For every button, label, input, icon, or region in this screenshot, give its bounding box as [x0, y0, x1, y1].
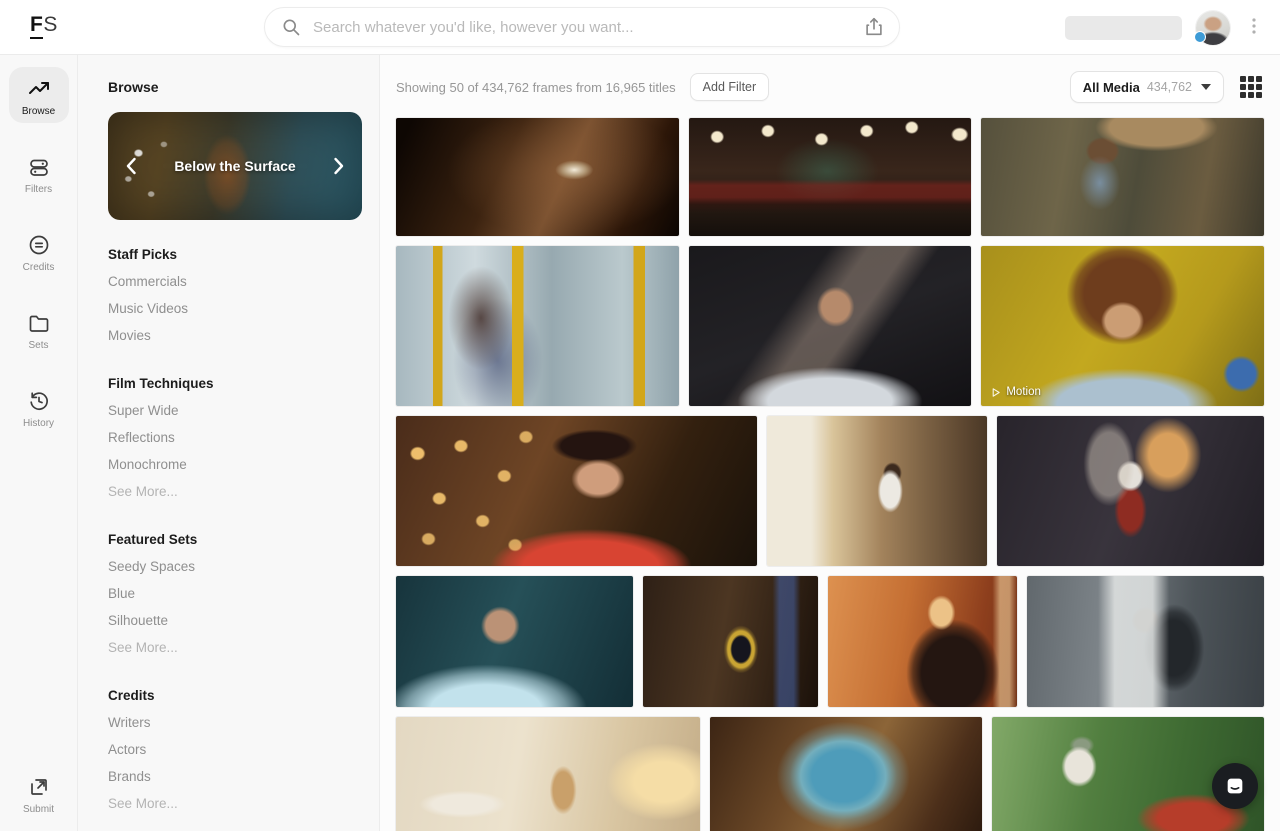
chat-bubble-icon [1224, 775, 1246, 797]
grid-view-icon[interactable] [1238, 74, 1264, 100]
rail-item-label: History [9, 418, 69, 429]
avatar-status-badge [1194, 31, 1206, 43]
rail-item-label: Submit [9, 804, 69, 815]
rail-item-browse[interactable]: Browse [9, 67, 69, 123]
featured-carousel-card[interactable]: Below the Surface [108, 112, 362, 220]
sidebar-item-reflections[interactable]: Reflections [108, 424, 361, 451]
submit-external-icon [27, 775, 51, 799]
section-heading: Featured Sets [108, 532, 361, 547]
results-header: Showing 50 of 434,762 frames from 16,965… [396, 72, 1264, 102]
sidebar-item-music-videos[interactable]: Music Videos [108, 295, 361, 322]
section-heading: Film Techniques [108, 376, 361, 391]
motion-badge-label: Motion [1006, 386, 1041, 398]
frame-thumbnail[interactable] [643, 576, 818, 707]
rail-item-sets[interactable]: Sets [9, 301, 69, 357]
rail-item-credits[interactable]: Credits [9, 223, 69, 279]
sidebar-item-seedy-spaces[interactable]: Seedy Spaces [108, 553, 361, 580]
sidebar-item-writers[interactable]: Writers [108, 709, 361, 736]
sidebar-section-staff-picks: Staff Picks Commercials Music Videos Mov… [108, 247, 361, 349]
frame-thumbnail[interactable] [997, 416, 1264, 566]
frame-thumbnail[interactable] [396, 246, 679, 406]
media-filter-label: All Media [1083, 80, 1140, 95]
search-icon [281, 17, 301, 37]
frame-grid-row [396, 717, 1264, 831]
motion-badge: Motion [990, 386, 1041, 398]
frame-thumbnail[interactable]: Motion [981, 246, 1264, 406]
frame-thumbnail[interactable] [767, 416, 987, 566]
sidebar-item-brands[interactable]: Brands [108, 763, 361, 790]
rail-item-filters[interactable]: Filters [9, 145, 69, 201]
media-filter-count: 434,762 [1147, 80, 1192, 94]
rail-item-history[interactable]: History [9, 379, 69, 435]
sidebar-item-actors[interactable]: Actors [108, 736, 361, 763]
rail-item-label: Credits [9, 262, 69, 273]
chat-launcher-button[interactable] [1212, 763, 1258, 809]
frame-thumbnail[interactable] [396, 717, 700, 831]
trending-up-icon [27, 77, 51, 101]
sidebar-item-silhouette[interactable]: Silhouette [108, 607, 361, 634]
loading-placeholder [1065, 16, 1182, 40]
overflow-menu-icon[interactable] [1244, 15, 1264, 40]
frame-thumbnail[interactable] [1027, 576, 1264, 707]
sidebar-section-credits: Credits Writers Actors Brands See More..… [108, 688, 361, 817]
motion-icon [990, 387, 1001, 398]
app-logo-letter-f: F [30, 13, 43, 39]
history-clock-icon [27, 389, 51, 413]
carousel-next-icon[interactable] [326, 154, 350, 178]
chevron-down-icon [1201, 84, 1211, 90]
section-heading: Staff Picks [108, 247, 361, 262]
carousel-title: Below the Surface [108, 158, 362, 174]
results-main: Showing 50 of 434,762 frames from 16,965… [380, 55, 1280, 831]
see-more-link[interactable]: See More... [108, 478, 361, 505]
frame-thumbnail[interactable] [828, 576, 1017, 707]
frame-grid-row [396, 416, 1264, 566]
app-logo-letter-s: S [43, 13, 58, 36]
see-more-link[interactable]: See More... [108, 790, 361, 817]
app-logo[interactable]: FS [30, 13, 58, 37]
results-summary: Showing 50 of 434,762 frames from 16,965… [396, 80, 676, 95]
rail-item-label: Filters [9, 184, 69, 195]
share-icon[interactable] [863, 16, 885, 38]
frame-grid-row [396, 118, 1264, 236]
frame-thumbnail[interactable] [396, 416, 757, 566]
frame-thumbnail[interactable] [981, 118, 1264, 236]
frame-grid-row [396, 576, 1264, 707]
icon-rail: Browse Filters Credits Sets History Subm… [0, 55, 78, 831]
search-bar[interactable] [264, 7, 900, 47]
top-right-cluster [1065, 0, 1264, 55]
media-filter-dropdown[interactable]: All Media 434,762 [1070, 71, 1224, 103]
frame-thumbnail[interactable] [396, 576, 633, 707]
top-bar: FS [0, 0, 1280, 55]
sidebar-item-commercials[interactable]: Commercials [108, 268, 361, 295]
add-filter-button[interactable]: Add Filter [690, 73, 770, 101]
user-avatar[interactable] [1196, 11, 1230, 45]
sidebar-item-monochrome[interactable]: Monochrome [108, 451, 361, 478]
toggles-icon [27, 155, 51, 179]
frame-thumbnail[interactable] [710, 717, 982, 831]
sidebar-title: Browse [108, 79, 361, 95]
rail-item-label: Sets [9, 340, 69, 351]
frame-thumbnail[interactable] [689, 246, 972, 406]
sidebar-section-film-techniques: Film Techniques Super Wide Reflections M… [108, 376, 361, 505]
search-input[interactable] [313, 19, 863, 36]
credits-icon [27, 233, 51, 257]
frame-grid-row: Motion [396, 246, 1264, 406]
frame-thumbnail[interactable] [689, 118, 972, 236]
section-heading: Credits [108, 688, 361, 703]
folder-icon [27, 311, 51, 335]
rail-item-label: Browse [9, 106, 69, 117]
sidebar-section-featured-sets: Featured Sets Seedy Spaces Blue Silhouet… [108, 532, 361, 661]
sidebar-item-super-wide[interactable]: Super Wide [108, 397, 361, 424]
browse-sidebar: Browse Below the Surface Staff Picks Com… [78, 55, 380, 831]
see-more-link[interactable]: See More... [108, 634, 361, 661]
rail-item-submit[interactable]: Submit [9, 765, 69, 821]
frame-thumbnail[interactable] [396, 118, 679, 236]
app-body: Browse Filters Credits Sets History Subm… [0, 55, 1280, 831]
sidebar-item-blue[interactable]: Blue [108, 580, 361, 607]
sidebar-item-movies[interactable]: Movies [108, 322, 361, 349]
